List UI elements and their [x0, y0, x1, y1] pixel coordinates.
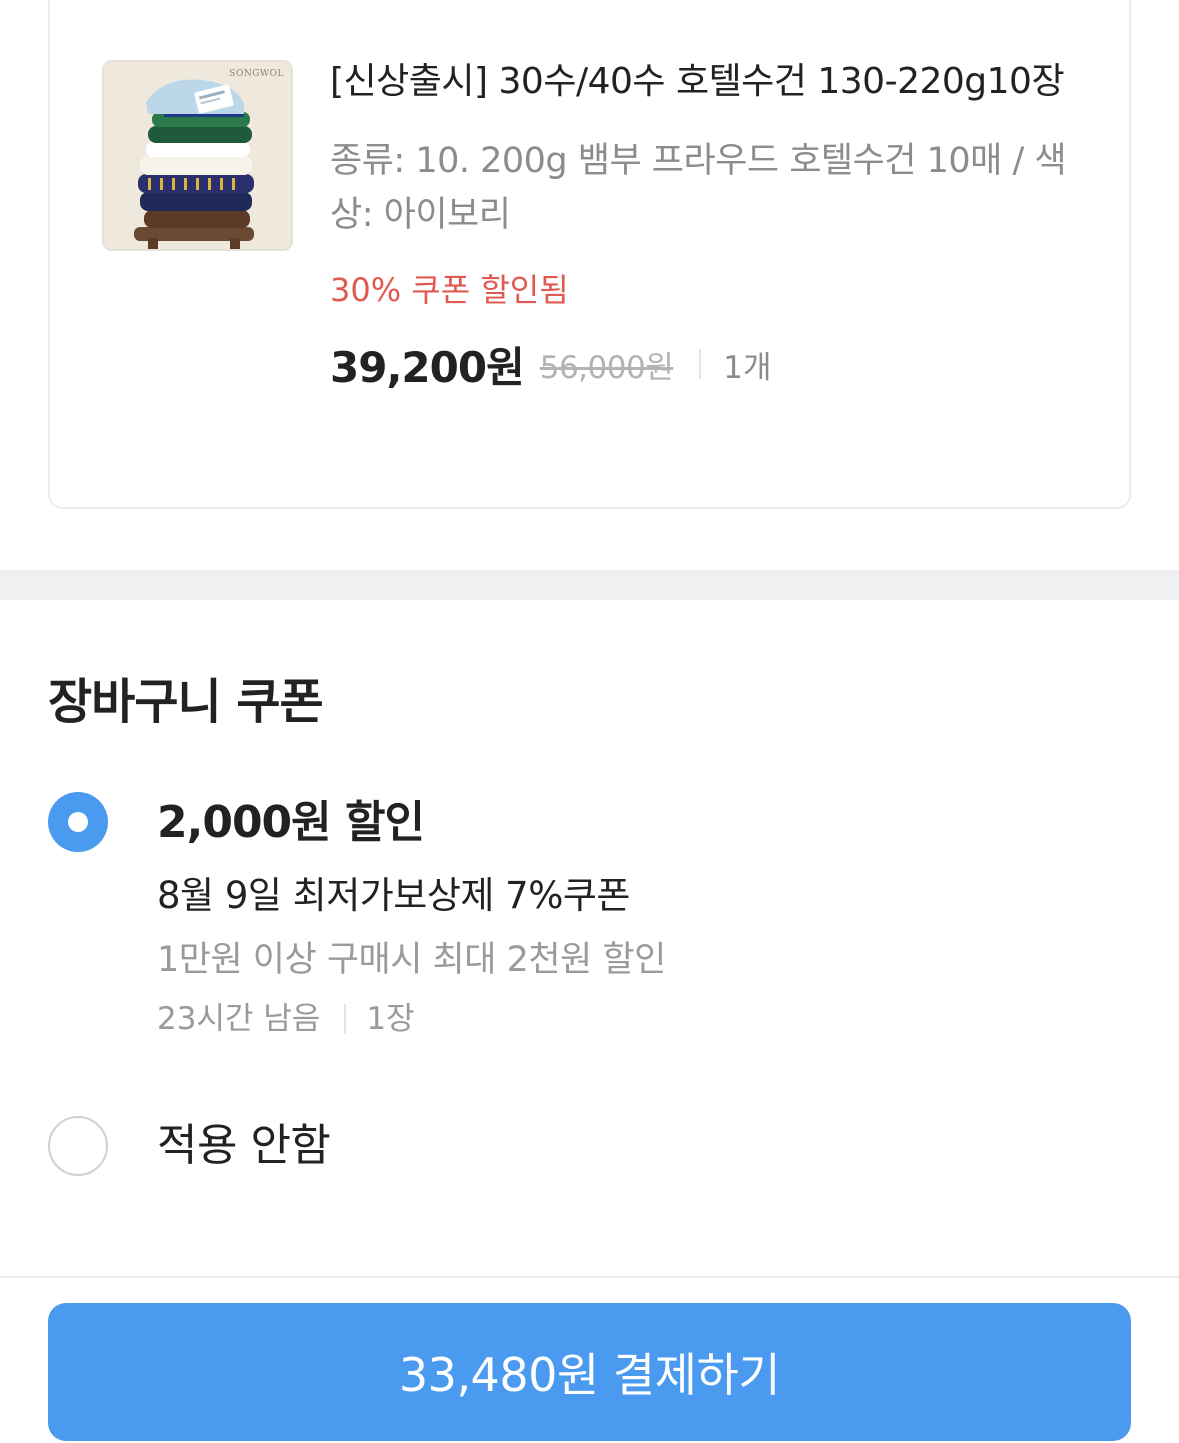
- product-option: 종류: 10. 200g 뱀부 프라우드 호텔수건 10매 / 색상: 아이보리: [330, 141, 1067, 235]
- coupon-applied-badge: 30% 쿠폰 할인됨: [330, 271, 569, 309]
- section-separator: [0, 570, 1179, 600]
- product-card: SONGWOL [신상출시] 30수/40수 호텔수건 130-220g10장 …: [48, 0, 1131, 509]
- brand-label: SONGWOL: [229, 69, 284, 79]
- coupon-condition: 1만원 이상 구매시 최대 2천원 할인: [157, 940, 666, 980]
- coupon-time-left: 23시간 남음: [157, 1001, 321, 1037]
- sale-price: 39,200원: [330, 342, 525, 392]
- checkout-page: SONGWOL [신상출시] 30수/40수 호텔수건 130-220g10장 …: [0, 0, 1179, 1443]
- no-coupon-label[interactable]: 적용 안함: [157, 1118, 331, 1174]
- product-info: [신상출시] 30수/40수 호텔수건 130-220g10장 종류: 10. …: [330, 56, 1090, 392]
- coupon-option[interactable]: 2,000원 할인 8월 9일 최저가보상제 7%쿠폰 1만원 이상 구매시 최…: [157, 790, 1117, 1042]
- original-price: 56,000원: [539, 349, 674, 386]
- divider: [344, 1004, 347, 1034]
- divider: [699, 349, 702, 379]
- quantity: 1개: [723, 349, 772, 386]
- product-image[interactable]: SONGWOL: [102, 60, 293, 251]
- coupon-amount: 2,000원 할인: [157, 797, 425, 848]
- coupon-radio-selected[interactable]: [48, 792, 108, 852]
- coupon-meta: 23시간 남음 1장: [157, 996, 1117, 1042]
- pay-button[interactable]: 33,480원 결제하기: [48, 1303, 1131, 1441]
- product-title[interactable]: [신상출시] 30수/40수 호텔수건 130-220g10장: [330, 56, 1090, 108]
- price-row: 39,200원 56,000원 1개: [330, 336, 1090, 392]
- towel-stack-illustration: [104, 62, 291, 249]
- no-coupon-radio[interactable]: [48, 1116, 108, 1176]
- coupon-count: 1장: [366, 1001, 415, 1037]
- bottom-divider: [0, 1276, 1179, 1278]
- coupon-name: 8월 9일 최저가보상제 7%쿠폰: [157, 874, 630, 917]
- section-title: 장바구니 쿠폰: [48, 674, 324, 730]
